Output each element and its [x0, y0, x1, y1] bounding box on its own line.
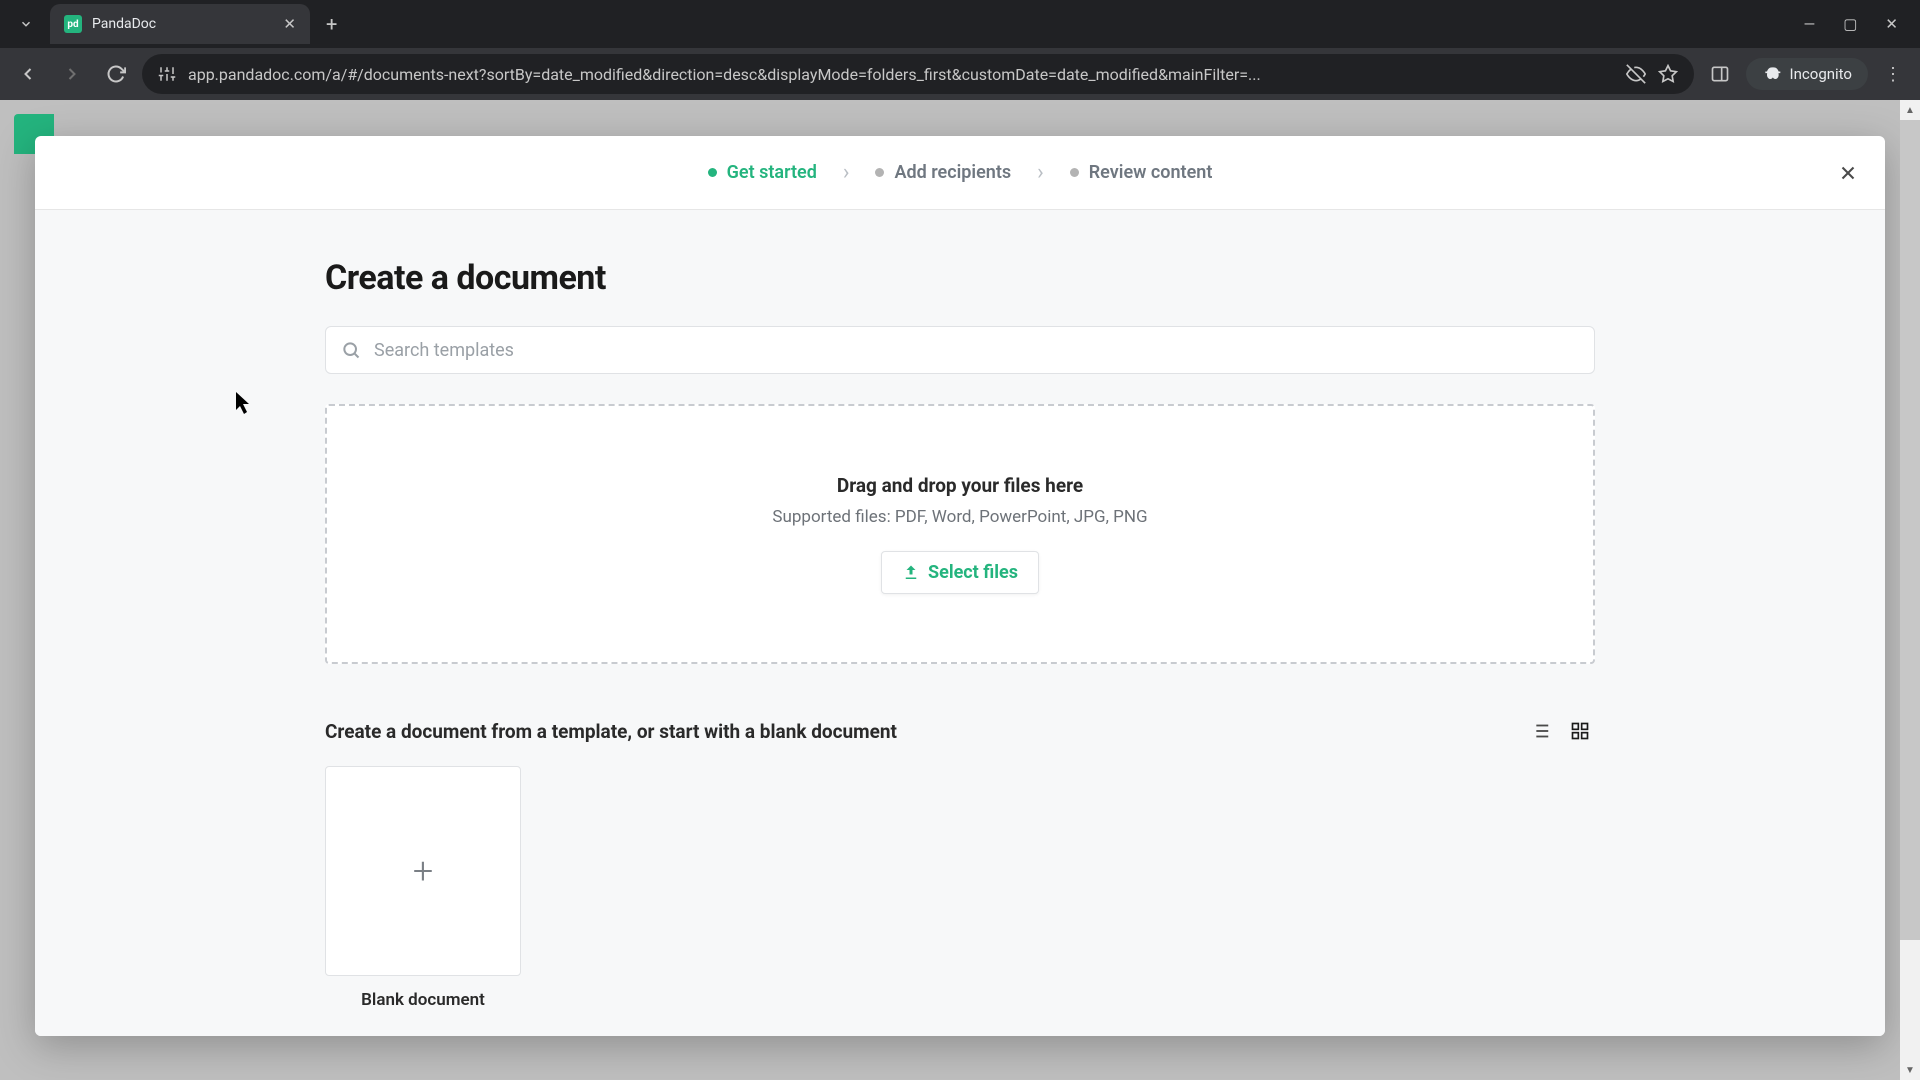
incognito-label: Incognito — [1790, 65, 1852, 83]
step-review-content[interactable]: Review content — [1070, 162, 1213, 183]
grid-icon — [1570, 721, 1590, 741]
upload-icon — [902, 564, 920, 582]
create-document-modal: Get started › Add recipients › Review co… — [35, 136, 1885, 1036]
templates-heading: Create a document from a template, or st… — [325, 720, 897, 743]
step-label: Add recipients — [894, 162, 1011, 183]
step-dot-icon — [875, 168, 884, 177]
step-dot-icon — [1070, 168, 1079, 177]
vertical-scrollbar[interactable]: ▲ ▼ — [1900, 100, 1920, 1080]
window-controls: — ▢ ✕ — [1804, 15, 1920, 33]
reload-button[interactable] — [98, 56, 134, 92]
chevron-right-icon: › — [843, 160, 850, 185]
template-card-blank[interactable]: + Blank document — [325, 766, 521, 1010]
list-view-button[interactable] — [1525, 716, 1555, 746]
plus-icon: + — [413, 850, 433, 892]
favicon: pd — [64, 15, 82, 33]
search-wrap — [325, 326, 1595, 374]
search-templates-input[interactable] — [325, 326, 1595, 374]
url-field[interactable]: app.pandadoc.com/a/#/documents-next?sort… — [142, 54, 1694, 94]
browser-chrome: pd PandaDoc ✕ + — ▢ ✕ app.pandadoc.com/a… — [0, 0, 1920, 100]
browser-menu-icon[interactable]: ⋮ — [1876, 64, 1910, 85]
close-window-button[interactable]: ✕ — [1885, 15, 1898, 33]
step-dot-icon — [708, 168, 717, 177]
url-text: app.pandadoc.com/a/#/documents-next?sort… — [188, 65, 1614, 84]
eye-off-icon[interactable] — [1626, 64, 1646, 84]
site-settings-icon[interactable] — [158, 65, 176, 83]
template-label: Blank document — [325, 990, 521, 1010]
browser-tab[interactable]: pd PandaDoc ✕ — [50, 4, 310, 44]
close-icon — [1837, 162, 1859, 184]
modal-header: Get started › Add recipients › Review co… — [35, 136, 1885, 210]
scroll-down-arrow[interactable]: ▼ — [1900, 1060, 1920, 1080]
incognito-badge[interactable]: Incognito — [1746, 58, 1868, 90]
dropzone-subtitle: Supported files: PDF, Word, PowerPoint, … — [772, 507, 1147, 527]
forward-button[interactable] — [54, 56, 90, 92]
select-files-label: Select files — [928, 562, 1018, 583]
select-files-button[interactable]: Select files — [881, 551, 1039, 594]
step-label: Get started — [727, 162, 817, 183]
tab-search-dropdown[interactable] — [8, 6, 44, 42]
step-add-recipients[interactable]: Add recipients — [875, 162, 1011, 183]
step-label: Review content — [1089, 162, 1213, 183]
back-button[interactable] — [10, 56, 46, 92]
page-title: Create a document — [325, 258, 1595, 298]
scroll-up-arrow[interactable]: ▲ — [1900, 100, 1920, 120]
page-viewport: Get started › Add recipients › Review co… — [0, 100, 1920, 1080]
new-tab-button[interactable]: + — [326, 12, 337, 36]
content: Create a document Drag and drop your fil… — [325, 258, 1595, 1010]
templates-grid: + Blank document — [325, 766, 1595, 1010]
modal-body: Create a document Drag and drop your fil… — [35, 210, 1885, 1036]
modal-backdrop: Get started › Add recipients › Review co… — [0, 100, 1920, 1080]
templates-header: Create a document from a template, or st… — [325, 716, 1595, 746]
dropzone-title: Drag and drop your files here — [837, 474, 1083, 497]
chevron-right-icon: › — [1037, 160, 1044, 185]
side-panel-icon[interactable] — [1702, 56, 1738, 92]
tab-bar: pd PandaDoc ✕ + — ▢ ✕ — [0, 0, 1920, 48]
search-icon — [341, 340, 361, 360]
stepper: Get started › Add recipients › Review co… — [708, 160, 1213, 185]
step-get-started[interactable]: Get started — [708, 162, 817, 183]
tab-close-icon[interactable]: ✕ — [283, 15, 296, 33]
maximize-button[interactable]: ▢ — [1843, 15, 1857, 33]
scroll-thumb[interactable] — [1900, 120, 1920, 940]
bookmark-star-icon[interactable] — [1658, 64, 1678, 84]
minimize-button[interactable]: — — [1804, 15, 1816, 33]
tab-title: PandaDoc — [92, 16, 273, 32]
list-icon — [1529, 720, 1551, 742]
view-toggles — [1525, 716, 1595, 746]
grid-view-button[interactable] — [1565, 716, 1595, 746]
close-modal-button[interactable] — [1833, 158, 1863, 188]
address-bar: app.pandadoc.com/a/#/documents-next?sort… — [0, 48, 1920, 100]
template-thumb[interactable]: + — [325, 766, 521, 976]
file-dropzone[interactable]: Drag and drop your files here Supported … — [325, 404, 1595, 664]
